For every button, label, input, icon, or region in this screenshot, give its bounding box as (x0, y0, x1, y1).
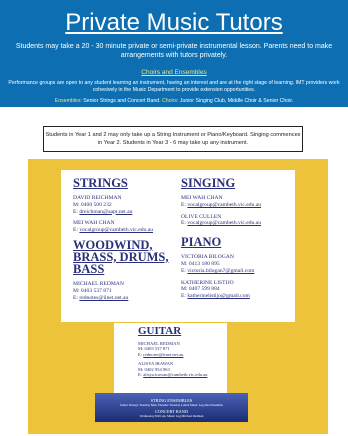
tutor-email-line: E: dreichman@aapt.net.au (73, 209, 181, 216)
tutor-card: STRINGS DAVID REICHMAN M: 0400 500 232 E… (61, 170, 295, 322)
ensembles-text: Senior Strings and Concert Band. (81, 98, 161, 104)
banner-strings-schedule: Junior Strings: Tuesday 8am, Ebonite: Tu… (120, 403, 223, 407)
tutor-name: OLIVE CULLEN (181, 213, 222, 220)
singing-heading: SINGING (181, 176, 236, 190)
piano-heading: PIANO (181, 235, 222, 250)
page-title: Private Music Tutors (65, 9, 283, 36)
tutor-phone: M: 0413 180 895 (181, 260, 220, 267)
woodwind-heading-3: BASS (73, 261, 105, 276)
strings-heading: STRINGS (73, 176, 128, 190)
guitar-tutors: MICHAEL REDMAN M: 0403 537 871 E: rednot… (138, 341, 207, 377)
tutor-phone: M: 0400 500 232 (73, 201, 112, 208)
choirs-label: Choirs: (160, 98, 179, 104)
year-level-notice: Students in Year 1 and 2 may only take u… (43, 126, 303, 152)
choirs-text: Junior Singing Club, Middle Choir & Seni… (178, 98, 294, 104)
tutor-name: VICTORIA BILOGAN (181, 254, 234, 261)
performance-text: Performance groups are open to any stude… (8, 80, 340, 93)
tutor-email-line: E: vocalgroup@cambeth.vic.edu.au (181, 202, 293, 209)
tutor-email-link[interactable]: rednotes@iinet.net.au (79, 295, 128, 301)
tutor-email-line: E: alisya.irawan@cambeth.vic.edu.au (138, 372, 207, 377)
tutor-email-link[interactable]: dreichman@aapt.net.au (79, 209, 132, 215)
tutor-phone: M: 0407 599 884 (181, 286, 220, 293)
tutor-email-link[interactable]: victoria.bilogan7@gmail.com (187, 268, 254, 274)
tutor-email-link[interactable]: vocalgroup@cambeth.vic.edu.au (79, 227, 153, 233)
tutor-email-line: E: vocalgroup@cambeth.vic.edu.au (73, 227, 181, 234)
header-banner: Private Music Tutors Students may take a… (0, 0, 348, 107)
intro-text: Students may take a 20 - 30 minute priva… (15, 43, 333, 59)
tutor-email-line: E: vocalgroup@cambeth.vic.edu.au (181, 220, 293, 227)
tutor-email-link[interactable]: vocalgroup@cambeth.vic.edu.au (187, 220, 261, 226)
singing-section: SINGING MEI WAH CHAN E: vocalgroup@cambe… (181, 177, 293, 300)
tutor-email-line: E: victoria.bilogan7@gmail.com (181, 268, 293, 275)
tutor-email-line: E: rednotes@iinet.net.au (73, 295, 181, 302)
tutor-name: KATHERINE LISTIJO (181, 279, 234, 286)
guitar-heading: GUITAR (138, 325, 182, 337)
tutor-email-link[interactable]: rednotes@iinet.net.au (143, 352, 183, 357)
tutor-name: MEI WAH CHAN (181, 195, 223, 201)
tutor-name: DAVID REICHMAN (73, 195, 122, 201)
strings-section: STRINGS DAVID REICHMAN M: 0400 500 232 E… (73, 177, 181, 301)
banner-band-schedule: Wednesday 8.00 am, Music Leg Michael Red… (139, 414, 204, 418)
ensembles-label: Ensembles: (54, 98, 82, 104)
ensembles-banner: STRING ENSEMBLES Junior Strings: Tuesday… (95, 393, 248, 422)
tutor-email-link[interactable]: vocalgroup@cambeth.vic.edu.au (187, 202, 261, 208)
choirs-ensembles-heading: Choirs and Ensembles (141, 69, 207, 76)
tutor-phone: M: 0403 537 871 (73, 287, 112, 294)
tutor-email-link[interactable]: katherinelistijo@gmail.com (187, 293, 249, 299)
tutor-email-link[interactable]: alisya.irawan@cambeth.vic.edu.au (143, 372, 207, 377)
guitar-card: GUITAR MICHAEL REDMAN M: 0403 537 871 E:… (114, 323, 227, 393)
tutor-name: MICHAEL REDMAN (73, 280, 124, 287)
tutor-email-line: E: katherinelistijo@gmail.com (181, 293, 293, 300)
tutor-name: MEI WAH CHAN (73, 220, 115, 227)
ensembles-line: Ensembles: Senior Strings and Concert Ba… (0, 98, 348, 104)
